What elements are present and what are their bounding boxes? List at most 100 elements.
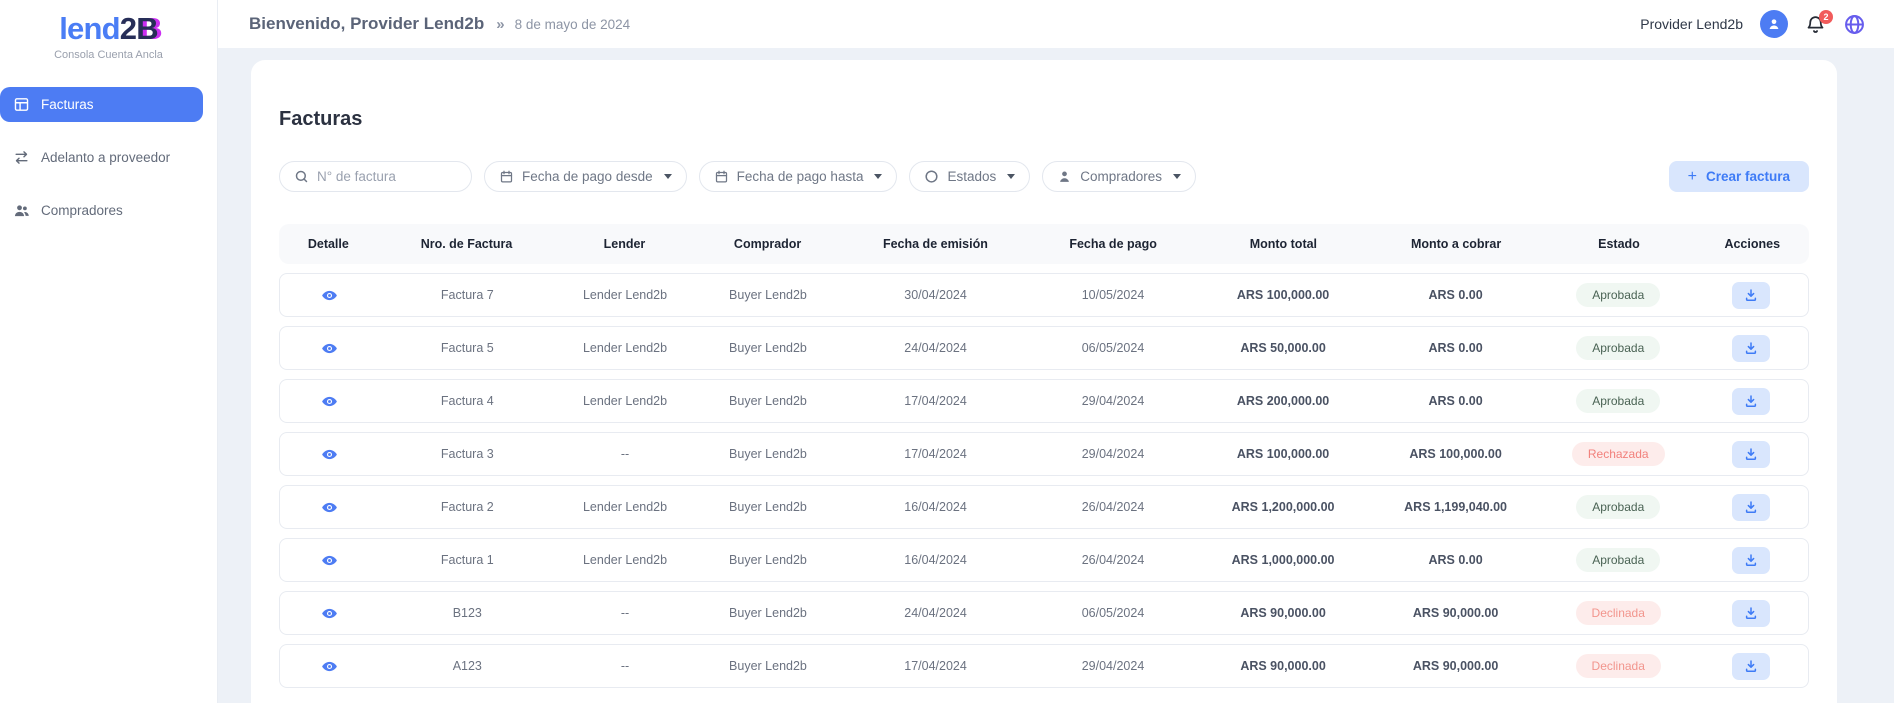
- invoice-search[interactable]: [279, 161, 472, 192]
- notification-badge: 2: [1819, 9, 1833, 24]
- content-column: Bienvenido, Provider Lend2b » 8 de mayo …: [218, 0, 1894, 703]
- notifications-bell-icon[interactable]: 2: [1805, 9, 1833, 35]
- eye-icon: [321, 552, 338, 569]
- status-badge: Rechazada: [1571, 442, 1665, 466]
- cell-payment-date: 26/04/2024: [1081, 553, 1145, 567]
- filter-label: Compradores: [1080, 169, 1163, 184]
- download-invoice-button[interactable]: [1732, 546, 1771, 574]
- filter-label: Fecha de pago hasta: [736, 169, 864, 184]
- cell-payment-date: 29/04/2024: [1081, 394, 1145, 408]
- cell-payment-date: 06/05/2024: [1081, 606, 1145, 620]
- download-invoice-button[interactable]: [1732, 599, 1771, 627]
- cell-issue-date: 16/04/2024: [904, 553, 967, 567]
- download-icon: [1744, 447, 1758, 461]
- cell-lender: --: [620, 659, 630, 673]
- cell-receivable-amount: ARS 100,000.00: [1409, 447, 1502, 461]
- cell-buyer: Buyer Lend2b: [729, 447, 807, 461]
- cell-total-amount: ARS 100,000.00: [1236, 288, 1330, 302]
- search-icon: [295, 170, 308, 183]
- cell-issue-date: 16/04/2024: [904, 500, 967, 514]
- eye-icon: [321, 340, 338, 357]
- cell-invoice-number: Factura 7: [440, 288, 494, 302]
- download-invoice-button[interactable]: [1732, 387, 1771, 415]
- cell-receivable-amount: ARS 0.00: [1428, 341, 1483, 355]
- view-detail-button[interactable]: [319, 603, 340, 624]
- create-invoice-button[interactable]: + Crear factura: [1668, 161, 1809, 192]
- download-invoice-button[interactable]: [1732, 281, 1771, 309]
- column-header: Comprador: [733, 237, 802, 251]
- download-invoice-button[interactable]: [1732, 440, 1771, 468]
- column-header: Detalle: [307, 237, 349, 251]
- column-header: Fecha de pago: [1069, 237, 1157, 251]
- cell-issue-date: 17/04/2024: [904, 447, 967, 461]
- cell-total-amount: ARS 1,000,000.00: [1231, 553, 1335, 567]
- user-avatar[interactable]: [1760, 10, 1788, 38]
- eye-icon: [321, 499, 338, 516]
- cell-invoice-number: Factura 4: [440, 394, 494, 408]
- view-detail-button[interactable]: [319, 656, 340, 677]
- column-header: Nro. de Factura: [420, 237, 513, 251]
- cell-receivable-amount: ARS 90,000.00: [1412, 659, 1499, 673]
- chevron-down-icon: [663, 174, 672, 179]
- logo-text-dark: 2: [119, 11, 137, 46]
- cell-payment-date: 29/04/2024: [1081, 659, 1145, 673]
- cell-payment-date: 26/04/2024: [1081, 500, 1145, 514]
- view-detail-button[interactable]: [319, 497, 340, 518]
- download-invoice-button[interactable]: [1732, 652, 1771, 680]
- download-icon: [1744, 500, 1758, 514]
- download-invoice-button[interactable]: [1732, 334, 1771, 362]
- plus-icon: +: [1687, 167, 1697, 185]
- cell-invoice-number: Factura 5: [440, 341, 494, 355]
- view-detail-button[interactable]: [319, 285, 340, 306]
- filter-buyers-dropdown[interactable]: Compradores: [1042, 161, 1197, 192]
- sidebar-item-compradores[interactable]: Compradores: [0, 193, 203, 228]
- cell-lender: Lender Lend2b: [582, 553, 668, 567]
- filter-states-dropdown[interactable]: Estados: [909, 161, 1031, 192]
- person-icon: [1060, 171, 1070, 182]
- view-detail-button[interactable]: [319, 550, 340, 571]
- view-detail-button[interactable]: [319, 338, 340, 359]
- table-header-row: Detalle Nro. de Factura Lender Comprador Fec…: [279, 224, 1809, 264]
- cell-receivable-amount: ARS 0.00: [1428, 394, 1483, 408]
- create-invoice-label: Crear factura: [1705, 169, 1790, 184]
- status-badge: Aprobada: [1576, 283, 1661, 307]
- cell-invoice-number: B123: [452, 606, 482, 620]
- eye-icon: [321, 446, 338, 463]
- cell-lender: Lender Lend2b: [582, 288, 668, 302]
- cell-total-amount: ARS 1,200,000.00: [1231, 500, 1335, 514]
- sidebar-item-adelanto-a-proveedor[interactable]: Adelanto a proveedor: [0, 140, 203, 175]
- invoice-search-input[interactable]: [317, 169, 457, 184]
- column-header: Fecha de emisión: [882, 237, 988, 251]
- sidebar-item-label: Compradores: [41, 203, 123, 218]
- brand-subtitle: Consola Cuenta Ancla: [54, 49, 163, 61]
- table-row: A123 -- Buyer Lend2b 17/04/2024 29/04/2024 AR…: [279, 644, 1809, 688]
- welcome-title: Bienvenido, Provider Lend2b: [249, 14, 485, 33]
- sidebar-nav: Facturas Adelanto a proveedor Compradores: [0, 87, 217, 228]
- status-badge: Aprobada: [1576, 336, 1661, 360]
- language-globe-icon[interactable]: [1843, 13, 1866, 36]
- eye-icon: [321, 393, 338, 410]
- table-row: Factura 1 Lender Lend2b Buyer Lend2b 16/04/…: [279, 538, 1809, 582]
- logo-text-blue: lend: [59, 11, 120, 46]
- view-detail-button[interactable]: [319, 444, 340, 465]
- download-icon: [1744, 288, 1758, 302]
- cell-issue-date: 24/04/2024: [904, 341, 967, 355]
- filter-date-to-dropdown[interactable]: Fecha de pago hasta: [698, 161, 898, 192]
- download-icon: [1744, 553, 1758, 567]
- app-root: lend2B Consola Cuenta Ancla Facturas Adel…: [0, 0, 1894, 703]
- download-icon: [1744, 394, 1758, 408]
- column-header: Estado: [1598, 237, 1640, 251]
- person-icon: [1769, 19, 1779, 29]
- eye-icon: [321, 605, 338, 622]
- download-invoice-button[interactable]: [1732, 493, 1771, 521]
- sidebar-item-facturas[interactable]: Facturas: [0, 87, 203, 122]
- filter-date-from-dropdown[interactable]: Fecha de pago desde: [484, 161, 687, 192]
- view-detail-button[interactable]: [319, 391, 340, 412]
- cell-buyer: Buyer Lend2b: [729, 606, 807, 620]
- calendar-icon: [500, 170, 513, 183]
- invoices-card: Facturas Fecha de pago desde Fecha de pa…: [251, 60, 1837, 703]
- chevron-down-icon: [874, 174, 883, 179]
- cell-issue-date: 17/04/2024: [904, 394, 967, 408]
- chevron-down-icon: [1173, 174, 1182, 179]
- cell-buyer: Buyer Lend2b: [729, 659, 807, 673]
